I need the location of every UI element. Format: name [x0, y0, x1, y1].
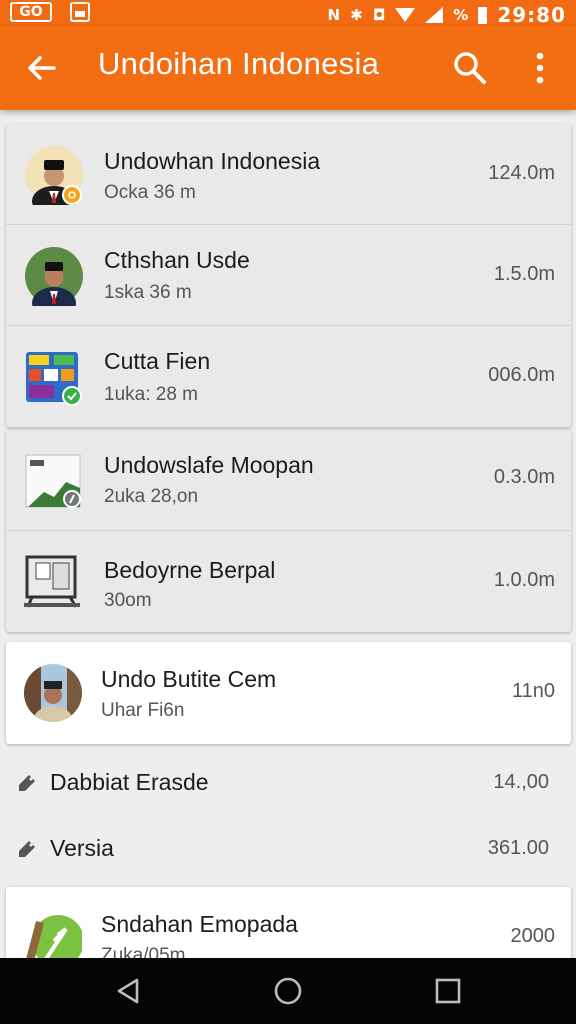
colorful-app-icon	[26, 352, 82, 406]
list-item[interactable]: Cutta Fien 1uka: 28 m 006.0m	[6, 326, 571, 427]
list-item[interactable]: Undowslafe Moopan 2uka 28,on 0.3.0m	[6, 430, 571, 531]
download-list-card: Undowhan Indonesia Ocka 36 m 124.0m Cths…	[6, 124, 571, 427]
bluetooth-icon: ✱	[350, 6, 363, 24]
system-navigation-bar	[0, 958, 576, 1024]
item-title: Undowslafe Moopan	[104, 452, 314, 478]
more-vert-icon[interactable]	[522, 48, 558, 88]
search-icon[interactable]	[450, 48, 490, 88]
item-title: Bedoyrne Berpal	[104, 557, 276, 583]
app-toolbar: Undoihan Indonesia	[0, 26, 576, 110]
info-label: Versia	[50, 835, 114, 861]
download-list-card: Undowslafe Moopan 2uka 28,on 0.3.0m Bedo…	[6, 430, 571, 632]
item-size: 1.5.0m	[493, 263, 555, 285]
info-row[interactable]: Versia 361.00	[0, 815, 565, 881]
item-size: 11n0	[511, 680, 555, 702]
tag-icon	[19, 775, 35, 791]
item-title: Cutta Fien	[104, 348, 211, 374]
featured-card[interactable]: Undo Butite Cem Uhar Fi6n 11n0	[6, 642, 571, 744]
signal-icon	[425, 7, 444, 23]
info-value: 14.,00	[493, 771, 549, 793]
avatar	[24, 664, 82, 722]
item-subtitle: 1uka: 28 m	[104, 384, 198, 405]
download-list-card: Sndahan Emopada Zuka/05m 2000	[6, 887, 571, 967]
notification-app-icon: GO	[10, 2, 52, 22]
list-item[interactable]: Undowhan Indonesia Ocka 36 m 124.0m	[6, 124, 571, 225]
item-subtitle: Uhar Fi6n	[101, 700, 185, 721]
nav-back-icon[interactable]	[111, 974, 145, 1008]
map-thumbnail	[25, 454, 81, 508]
item-size: 0.3.0m	[493, 466, 555, 488]
nav-home-icon[interactable]	[271, 974, 305, 1008]
status-bar: GO N ✱ ◘ % 29:80	[0, 0, 576, 27]
clock: 29:80	[497, 3, 566, 27]
info-value: 361.00	[487, 837, 549, 859]
item-subtitle: Ocka 36 m	[104, 182, 196, 203]
list-item[interactable]: Sndahan Emopada Zuka/05m 2000	[6, 887, 571, 967]
item-title: Cthshan Usde	[104, 247, 250, 273]
item-title: Sndahan Emopada	[101, 911, 298, 937]
info-label: Dabbiat Erasde	[50, 769, 209, 795]
vibrate-icon: ◘	[372, 6, 386, 24]
item-subtitle: 1ska 36 m	[104, 282, 192, 303]
item-subtitle: 30om	[104, 590, 152, 611]
item-size: 006.0m	[488, 364, 555, 386]
item-size: 2000	[510, 925, 556, 947]
wifi-icon	[395, 8, 416, 22]
nav-recents-icon[interactable]	[431, 974, 465, 1008]
list-item[interactable]: Bedoyrne Berpal 30om 1.0.0m	[6, 531, 571, 632]
arrow-back-icon[interactable]	[22, 48, 62, 88]
item-subtitle: 2uka 28,on	[104, 486, 199, 507]
tag-icon	[19, 841, 35, 857]
battery-percent: %	[453, 6, 469, 24]
avatar	[25, 247, 83, 306]
nfc-icon: N	[327, 6, 341, 24]
item-size: 124.0m	[488, 162, 555, 184]
item-title: Undowhan Indonesia	[104, 148, 321, 174]
info-row[interactable]: Dabbiat Erasde 14.,00	[0, 749, 565, 815]
item-title: Undo Butite Cem	[101, 666, 277, 692]
page-title: Undoihan Indonesia	[98, 46, 380, 81]
item-size: 1.0.0m	[493, 569, 555, 591]
avatar	[25, 146, 83, 205]
list-item[interactable]: Cthshan Usde 1ska 36 m 1.5.0m	[6, 225, 571, 326]
battery-icon	[478, 6, 488, 24]
device-thumbnail	[24, 555, 80, 608]
image-notification-icon	[70, 2, 90, 22]
